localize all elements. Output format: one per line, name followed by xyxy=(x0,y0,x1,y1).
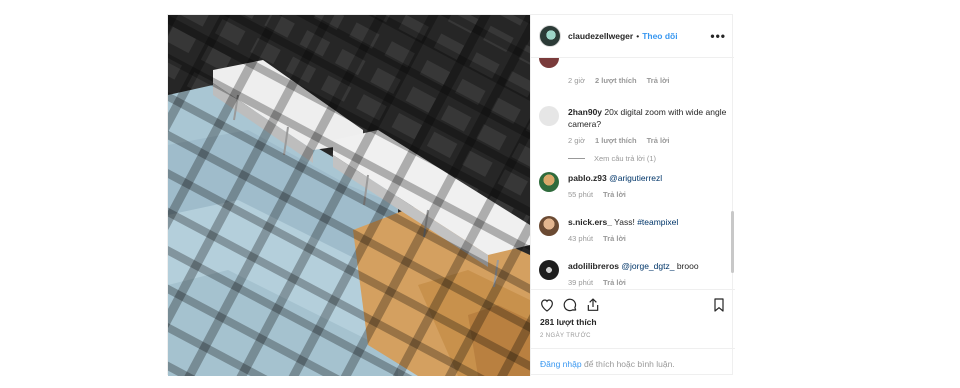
comment-text: brooo xyxy=(676,261,699,271)
comment-time[interactable]: 55 phút xyxy=(568,189,593,201)
heart-icon[interactable] xyxy=(539,297,555,313)
header-separator: • xyxy=(636,31,640,41)
bookmark-icon[interactable] xyxy=(711,297,727,313)
comment-meta: 39 phút Trả lời xyxy=(568,277,699,288)
comment-meta: 55 phút Trả lời xyxy=(568,189,662,201)
comment-time[interactable]: 2 giờ xyxy=(568,135,585,147)
comment-avatar[interactable] xyxy=(539,106,559,126)
comment-avatar[interactable] xyxy=(539,58,559,68)
follow-button[interactable]: Theo dõi xyxy=(642,31,677,41)
comment-meta: 2 giờ 2 lượt thích Trả lời xyxy=(568,75,669,87)
comment-item: pablo.z93 @arigutierrezl 55 phút Trả lời xyxy=(539,172,727,201)
owner-avatar[interactable] xyxy=(539,25,561,47)
comment-username[interactable]: 2han90y xyxy=(568,107,602,117)
more-options-icon[interactable]: ••• xyxy=(710,29,726,43)
posted-time[interactable]: 2 NGÀY TRƯỚC xyxy=(540,333,735,339)
login-prompt: Đăng nhập để thích hoặc bình luận. xyxy=(531,348,735,379)
comment-username[interactable]: pablo.z93 xyxy=(568,173,607,183)
comment-likes[interactable]: 2 lượt thích xyxy=(595,75,637,87)
comment-avatar[interactable] xyxy=(539,216,559,236)
post-photo[interactable] xyxy=(168,15,530,376)
comment-time[interactable]: 2 giờ xyxy=(568,75,585,87)
view-replies-button[interactable]: Xem câu trả lời (1) xyxy=(568,154,656,163)
comment-item: 2 giờ 2 lượt thích Trả lời xyxy=(539,58,727,87)
comment-mention[interactable]: @arigutierrezl xyxy=(609,173,662,183)
reply-button[interactable]: Trả lời xyxy=(603,277,626,288)
reply-button[interactable]: Trả lời xyxy=(647,75,670,87)
reply-button[interactable]: Trả lời xyxy=(603,233,626,245)
login-link[interactable]: Đăng nhập xyxy=(540,359,582,369)
view-replies-label: Xem câu trả lời (1) xyxy=(594,154,657,163)
post-header: claudezellweger • Theo dõi ••• xyxy=(531,15,734,58)
comments-scrollbar[interactable] xyxy=(731,61,734,283)
comment-avatar[interactable] xyxy=(539,260,559,280)
comments-list[interactable]: 2 giờ 2 lượt thích Trả lời 2han90y 20x d… xyxy=(531,58,735,288)
post-sidebar: claudezellweger • Theo dõi ••• 2 giờ 2 l… xyxy=(530,15,735,376)
comment-username[interactable]: s.nick.ers_ xyxy=(568,217,612,227)
share-icon[interactable] xyxy=(585,297,601,313)
owner-username[interactable]: claudezellweger xyxy=(568,31,633,41)
comment-meta: 2 giờ 1 lượt thích Trả lời xyxy=(568,135,727,147)
comment-time[interactable]: 43 phút xyxy=(568,233,593,245)
comment-meta: 43 phút Trả lời xyxy=(568,233,678,245)
reply-button[interactable]: Trả lời xyxy=(647,135,670,147)
likes-count[interactable]: 281 lượt thích xyxy=(540,317,735,327)
action-icons xyxy=(531,290,735,314)
replies-line xyxy=(568,158,585,159)
comment-mention[interactable]: @jorge_dgtz_ xyxy=(621,261,674,271)
comment-item: adolilibreros @jorge_dgtz_ brooo 39 phút… xyxy=(539,260,727,288)
comment-item: s.nick.ers_ Yass! #teampixel 43 phút Trả… xyxy=(539,216,727,245)
comment-item: 2han90y 20x digital zoom with wide angle… xyxy=(539,106,727,147)
reply-button[interactable]: Trả lời xyxy=(603,189,626,201)
comment-avatar[interactable] xyxy=(539,172,559,192)
comment-time[interactable]: 39 phút xyxy=(568,277,593,288)
comment-text: Yass! xyxy=(614,217,635,227)
post-actions: 281 lượt thích 2 NGÀY TRƯỚC Đăng nhập để… xyxy=(531,289,735,376)
comment-username[interactable]: adolilibreros xyxy=(568,261,619,271)
scrollbar-thumb[interactable] xyxy=(731,211,734,273)
comment-icon[interactable] xyxy=(562,297,578,313)
comment-hashtag[interactable]: #teampixel xyxy=(637,217,678,227)
post-card: claudezellweger • Theo dõi ••• 2 giờ 2 l… xyxy=(167,14,735,376)
comment-likes[interactable]: 1 lượt thích xyxy=(595,135,637,147)
login-prompt-text: để thích hoặc bình luận. xyxy=(583,359,675,369)
